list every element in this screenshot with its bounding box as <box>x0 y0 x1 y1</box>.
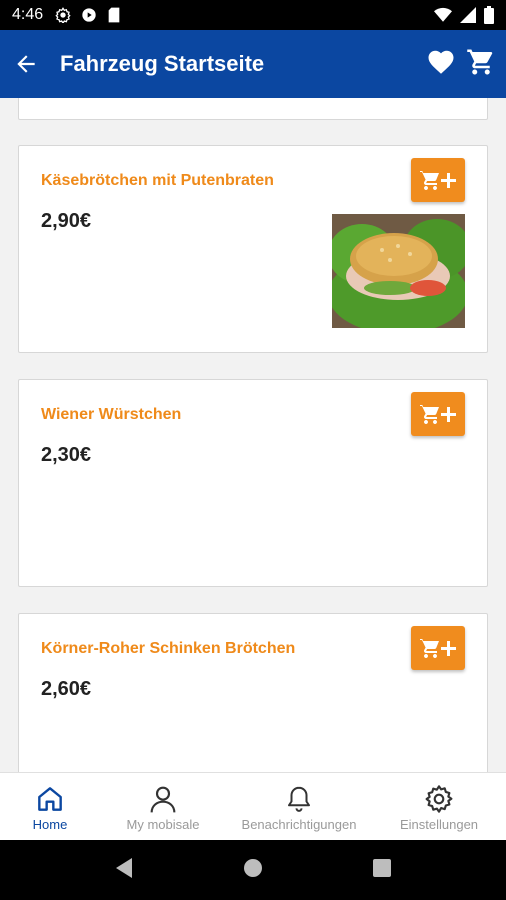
product-card-partial[interactable] <box>18 98 488 120</box>
product-price: 2,30€ <box>41 444 92 466</box>
play-status-icon <box>82 8 96 22</box>
system-recents-button[interactable] <box>372 858 392 883</box>
bottom-navigation: Home My mobisale Benachrichtigungen Eins… <box>0 772 506 840</box>
product-name: Käsebrötchen mit Putenbraten <box>41 172 274 189</box>
product-list[interactable]: Käsebrötchen mit Putenbraten 2,90€ Wiene… <box>0 98 506 772</box>
nav-label: My mobisale <box>126 817 200 832</box>
product-price: 2,60€ <box>41 678 92 700</box>
add-to-cart-button[interactable] <box>411 626 465 670</box>
battery-status-icon <box>484 6 494 24</box>
add-to-cart-button[interactable] <box>411 392 465 436</box>
home-icon <box>38 787 62 811</box>
nav-item-notifications[interactable]: Benachrichtigungen <box>226 773 372 840</box>
triangle-back-icon <box>116 857 132 878</box>
settings-status-icon <box>55 7 71 23</box>
add-to-cart-icon <box>420 404 456 424</box>
product-price: 2,90€ <box>41 210 92 232</box>
arrow-back-icon <box>17 55 35 73</box>
signal-status-icon <box>460 7 476 23</box>
nav-label: Home <box>32 817 68 832</box>
system-home-button[interactable] <box>242 857 264 884</box>
back-button[interactable] <box>0 30 52 98</box>
nav-item-settings[interactable]: Einstellungen <box>372 773 506 840</box>
cart-button[interactable] <box>466 47 496 82</box>
person-icon <box>150 786 176 813</box>
product-image <box>332 214 465 328</box>
nav-label: Einstellungen <box>399 817 479 832</box>
bell-icon <box>288 786 310 812</box>
product-card[interactable]: Wiener Würstchen 2,30€ <box>18 379 488 587</box>
status-time: 4:46 <box>12 6 44 23</box>
app-bar: Fahrzeug Startseite <box>0 30 506 98</box>
nav-label: Benachrichtigungen <box>241 817 357 832</box>
status-bar: 4:46 <box>0 0 506 30</box>
page-title: Fahrzeug Startseite <box>60 51 265 76</box>
nav-item-my-mobisale[interactable]: My mobisale <box>100 773 226 840</box>
product-name: Körner-Roher Schinken Brötchen <box>41 640 296 657</box>
sdcard-status-icon <box>108 7 120 23</box>
product-card[interactable]: Käsebrötchen mit Putenbraten 2,90€ <box>18 145 488 353</box>
add-to-cart-button[interactable] <box>411 158 465 202</box>
product-card[interactable]: Körner-Roher Schinken Brötchen 2,60€ <box>18 613 488 772</box>
nav-item-home[interactable]: Home <box>0 773 100 840</box>
heart-icon <box>428 50 454 74</box>
favorites-button[interactable] <box>426 47 456 82</box>
system-back-button[interactable] <box>114 857 134 884</box>
product-name: Wiener Würstchen <box>41 406 182 423</box>
add-to-cart-icon <box>420 638 456 658</box>
circle-home-icon <box>244 858 262 877</box>
system-navigation-bar <box>0 840 506 900</box>
shopping-cart-icon <box>467 49 493 74</box>
add-to-cart-icon <box>420 170 456 190</box>
square-recents-icon <box>373 858 391 877</box>
gear-icon <box>425 785 453 813</box>
wifi-status-icon <box>434 7 452 22</box>
